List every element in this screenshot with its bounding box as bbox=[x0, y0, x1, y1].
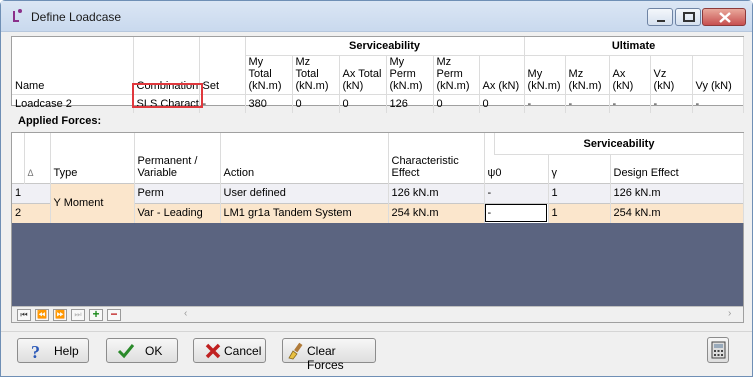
minimize-icon bbox=[657, 20, 665, 22]
applied-forces-label: Applied Forces: bbox=[18, 115, 102, 127]
close-button[interactable] bbox=[702, 8, 746, 26]
design-effect-cell: 126 kN.m bbox=[610, 182, 744, 203]
cancel-button[interactable]: Cancel bbox=[193, 338, 266, 363]
row-number[interactable]: 1 bbox=[12, 182, 51, 203]
loadcase-table: Serviceability Ultimate Name Combination… bbox=[12, 37, 744, 113]
combination-highlight-box bbox=[132, 83, 203, 108]
col-header-mz-perm[interactable]: Mz Perm (kN.m) bbox=[433, 55, 480, 94]
scroll-left-icon[interactable]: ‹ bbox=[184, 308, 187, 319]
svg-text:?: ? bbox=[31, 342, 40, 360]
gamma-cell[interactable]: 1 bbox=[548, 182, 611, 203]
title-bar: Define Loadcase bbox=[1, 1, 752, 32]
action-cell[interactable]: User defined bbox=[220, 182, 389, 203]
col-header-permanent-variable[interactable]: Permanent / Variable bbox=[134, 133, 221, 183]
cell-ult-ax: - bbox=[609, 93, 651, 113]
characteristic-effect-cell[interactable]: 126 kN.m bbox=[388, 182, 485, 203]
calculator-button[interactable] bbox=[707, 337, 729, 363]
col-header-action[interactable]: Action bbox=[220, 133, 389, 183]
type-cell[interactable]: Y Moment bbox=[50, 182, 135, 223]
help-button[interactable]: ? Help bbox=[17, 338, 89, 363]
cell-mz-total: 0 bbox=[292, 93, 340, 113]
applied-forces-panel: Δ Type Permanent / Variable Action Chara… bbox=[11, 132, 744, 323]
col-header-ult-mz[interactable]: Mz (kN.m) bbox=[565, 55, 610, 94]
app-icon bbox=[13, 9, 22, 22]
first-record-icon[interactable]: ⏮ bbox=[17, 309, 31, 321]
table-row[interactable]: Loadcase 2 SLS Characte - 380 0 0 126 0 … bbox=[12, 93, 744, 113]
col-header-characteristic-effect[interactable]: Characteristic Effect bbox=[388, 133, 485, 183]
check-icon bbox=[117, 344, 135, 359]
serviceability-group-header: Serviceability bbox=[494, 133, 743, 155]
cell-ult-vy: - bbox=[692, 93, 744, 113]
cell-ult-mz: - bbox=[565, 93, 610, 113]
table-row[interactable]: 1 Y Moment Perm User defined 126 kN.m - … bbox=[12, 182, 744, 223]
psi0-cell[interactable]: - bbox=[484, 182, 549, 203]
cancel-label: Cancel bbox=[224, 344, 262, 358]
col-header-ult-vy[interactable]: Vy (kN) bbox=[692, 55, 744, 94]
cell-ax: 0 bbox=[479, 93, 525, 113]
row-number-header bbox=[12, 133, 25, 183]
col-header-ult-my[interactable]: My (kN.m) bbox=[524, 55, 566, 94]
maximize-icon bbox=[683, 12, 695, 22]
col-header-name[interactable]: Name bbox=[12, 55, 134, 94]
help-label: Help bbox=[54, 344, 79, 358]
cell-name[interactable]: Loadcase 2 bbox=[12, 93, 134, 113]
col-header-my-total[interactable]: My Total (kN.m) bbox=[245, 55, 293, 94]
prev-record-icon[interactable]: ⏪ bbox=[35, 309, 49, 321]
define-loadcase-window: Define Loadcase Serviceability Ultimate bbox=[0, 0, 753, 377]
col-header-ax[interactable]: Ax (kN) bbox=[479, 55, 525, 94]
add-record-icon[interactable]: + bbox=[89, 308, 103, 321]
design-effect-cell: 254 kN.m bbox=[610, 202, 744, 223]
sort-indicator[interactable]: Δ bbox=[24, 133, 51, 183]
divider bbox=[1, 331, 752, 332]
col-header-type[interactable]: Type bbox=[50, 133, 135, 183]
cell-ult-my: - bbox=[524, 93, 566, 113]
minimize-button[interactable] bbox=[647, 8, 673, 26]
delete-record-icon[interactable]: − bbox=[107, 308, 121, 321]
characteristic-effect-cell[interactable]: 254 kN.m bbox=[388, 202, 485, 223]
cancel-x-icon bbox=[205, 343, 221, 359]
cell-ult-vz: - bbox=[650, 93, 693, 113]
help-icon: ? bbox=[31, 342, 40, 360]
col-header-mz-total[interactable]: Mz Total (kN.m) bbox=[292, 55, 340, 94]
ok-label: OK bbox=[145, 344, 163, 358]
loadcase-table-panel: Serviceability Ultimate Name Combination… bbox=[11, 36, 744, 113]
last-record-icon[interactable]: ⏭ bbox=[71, 309, 85, 321]
clear-forces-button[interactable]: Clear Forces bbox=[282, 338, 376, 372]
permanent-variable-cell[interactable]: Var - Leading bbox=[134, 202, 221, 223]
serviceability-group-header: Serviceability bbox=[245, 37, 525, 56]
cell-my-total: 380 bbox=[245, 93, 293, 113]
clear-forces-label: Clear Forces bbox=[307, 344, 344, 372]
calculator-icon bbox=[711, 341, 726, 359]
col-header-ult-ax[interactable]: Ax (kN) bbox=[609, 55, 651, 94]
gamma-cell[interactable]: 1 bbox=[548, 202, 611, 223]
cell-ax-total: 0 bbox=[339, 93, 387, 113]
row-number[interactable]: 2 bbox=[12, 202, 51, 223]
record-navigator: ⏮ ⏪ ⏩ ⏭ + − ‹ › bbox=[12, 306, 743, 322]
ok-button[interactable]: OK bbox=[106, 338, 178, 363]
cell-set[interactable]: - bbox=[199, 93, 246, 113]
maximize-button[interactable] bbox=[675, 8, 701, 26]
col-header-ult-vz[interactable]: Vz (kN) bbox=[650, 55, 693, 94]
cell-mz-perm: 0 bbox=[433, 93, 480, 113]
col-header-set[interactable]: Set bbox=[199, 55, 246, 94]
window-title: Define Loadcase bbox=[31, 10, 122, 24]
clear-brush-icon bbox=[288, 342, 303, 360]
col-header-ax-total[interactable]: Ax Total (kN) bbox=[339, 55, 387, 94]
next-record-icon[interactable]: ⏩ bbox=[53, 309, 67, 321]
permanent-variable-cell[interactable]: Perm bbox=[134, 182, 221, 203]
ultimate-group-header: Ultimate bbox=[524, 37, 744, 56]
col-header-my-perm[interactable]: My Perm (kN.m) bbox=[386, 55, 434, 94]
scroll-right-icon[interactable]: › bbox=[728, 308, 731, 319]
close-icon bbox=[719, 12, 731, 23]
psi0-cell[interactable]: - bbox=[484, 202, 549, 223]
action-cell[interactable]: LM1 gr1a Tandem System bbox=[220, 202, 389, 223]
cell-my-perm: 126 bbox=[386, 93, 434, 113]
